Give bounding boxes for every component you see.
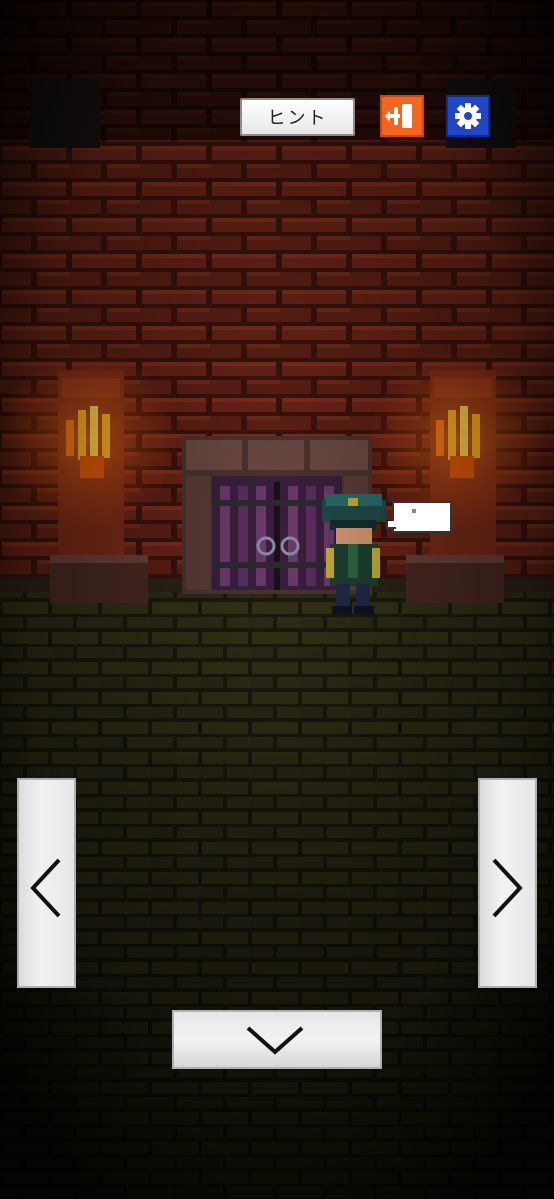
settings-button[interactable] [446,95,490,137]
turn-left-button[interactable] [17,778,76,988]
speech-dot [412,509,416,513]
chevron-right-icon [492,858,523,918]
gear-icon [455,103,481,129]
back-down-button[interactable] [172,1010,382,1069]
chevron-left-icon [30,858,61,918]
exit-door-icon [385,104,412,128]
exit-button[interactable] [380,95,424,137]
speech-bubble [386,501,452,533]
hint-button[interactable]: ヒント [240,98,355,136]
turn-right-button[interactable] [478,778,537,988]
chevron-down-icon [246,1026,304,1055]
hint-button-label: ヒント [267,108,328,129]
